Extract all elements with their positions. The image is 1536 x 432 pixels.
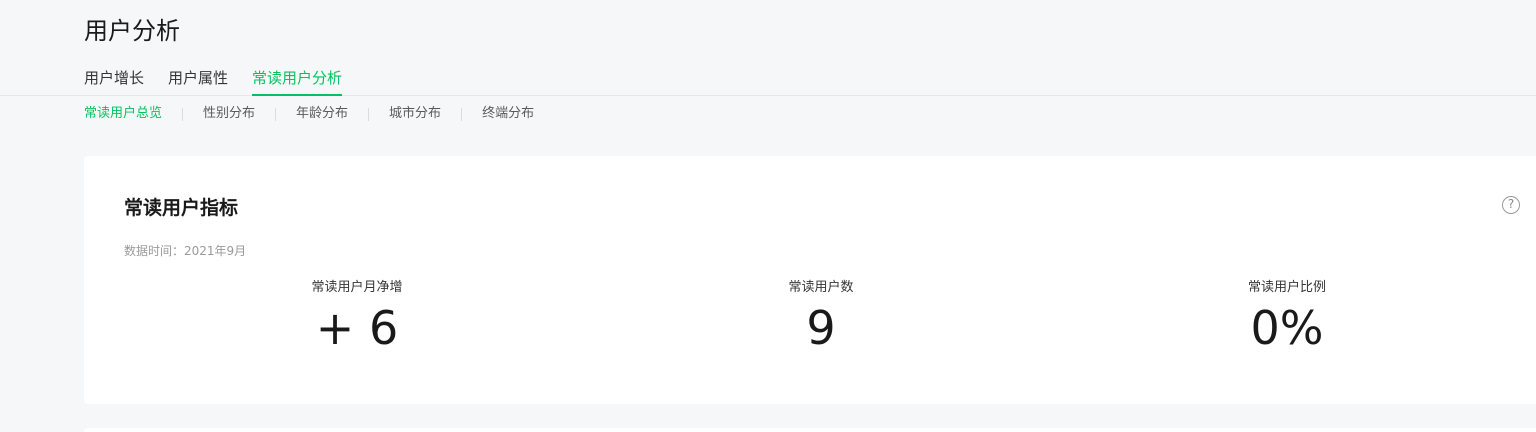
metric-user-ratio: 常读用户比例 0%	[1137, 278, 1437, 356]
subtab-divider	[461, 107, 463, 121]
metric-label: 常读用户数	[788, 280, 854, 295]
subtab-device[interactable]: 终端分布	[482, 104, 534, 124]
main-tabs: 用户增长 用户属性 常读用户分析	[0, 66, 1536, 96]
tab-frequent-reader-analysis[interactable]: 常读用户分析	[252, 66, 343, 96]
subtab-divider	[182, 107, 184, 121]
subtab-frequent-overview[interactable]: 常读用户总览	[84, 104, 162, 124]
next-card	[84, 428, 1536, 432]
page: 用户分析 用户增长 用户属性 常读用户分析 常读用户总览 性别分布 年龄分布 城…	[0, 0, 1536, 432]
metric-user-count: 常读用户数 9	[671, 278, 971, 356]
metric-value: 9	[806, 301, 836, 355]
subtab-city[interactable]: 城市分布	[389, 104, 441, 124]
metric-net-growth: 常读用户月净增 + 6	[207, 278, 507, 356]
subtab-age[interactable]: 年龄分布	[296, 104, 348, 124]
metric-value: 0%	[1250, 301, 1324, 355]
subtab-divider	[368, 107, 370, 121]
metric-value: + 6	[315, 301, 399, 355]
tab-user-growth[interactable]: 用户增长	[84, 66, 144, 96]
subtab-divider	[275, 107, 277, 121]
question-circle-icon[interactable]: ?	[1502, 196, 1520, 214]
data-time: 数据时间：2021年9月	[124, 244, 247, 258]
card-title: 常读用户指标	[124, 197, 239, 219]
metrics-card: 常读用户指标 ? 数据时间：2021年9月 常读用户月净增 + 6 常读用户数 …	[84, 156, 1536, 404]
sub-tabs: 常读用户总览 性别分布 年龄分布 城市分布 终端分布	[84, 104, 534, 124]
metric-label: 常读用户比例	[1247, 280, 1326, 295]
tab-user-attributes[interactable]: 用户属性	[168, 66, 228, 96]
subtab-gender[interactable]: 性别分布	[203, 104, 255, 124]
page-title: 用户分析	[84, 17, 180, 45]
metric-label: 常读用户月净增	[311, 280, 403, 295]
